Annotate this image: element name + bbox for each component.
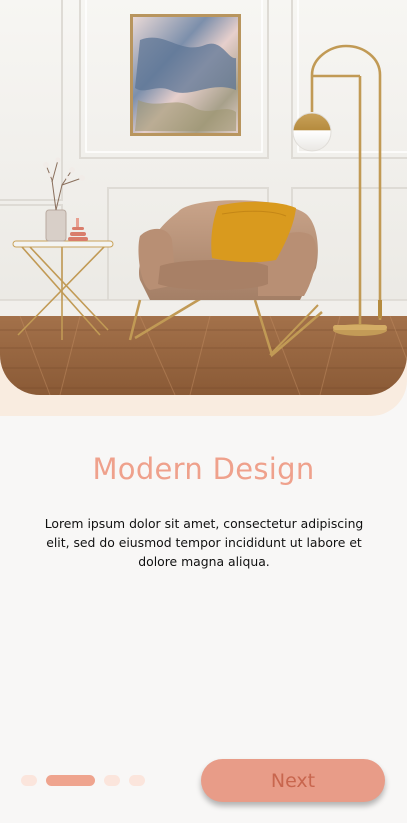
onboarding-screen: Modern Design Lorem ipsum dolor sit amet…	[0, 0, 407, 823]
page-indicator	[21, 774, 145, 786]
next-button[interactable]: Next	[201, 759, 385, 802]
page-dot-1[interactable]	[21, 774, 37, 786]
page-dot-3[interactable]	[104, 774, 120, 786]
page-dot-4[interactable]	[129, 774, 145, 786]
hero-illustration	[0, 0, 407, 395]
page-title: Modern Design	[92, 452, 315, 486]
hero-card	[0, 0, 407, 416]
page-dot-2-active[interactable]	[46, 774, 95, 786]
description-text: Lorem ipsum dolor sit amet, consectetur …	[44, 516, 364, 569]
